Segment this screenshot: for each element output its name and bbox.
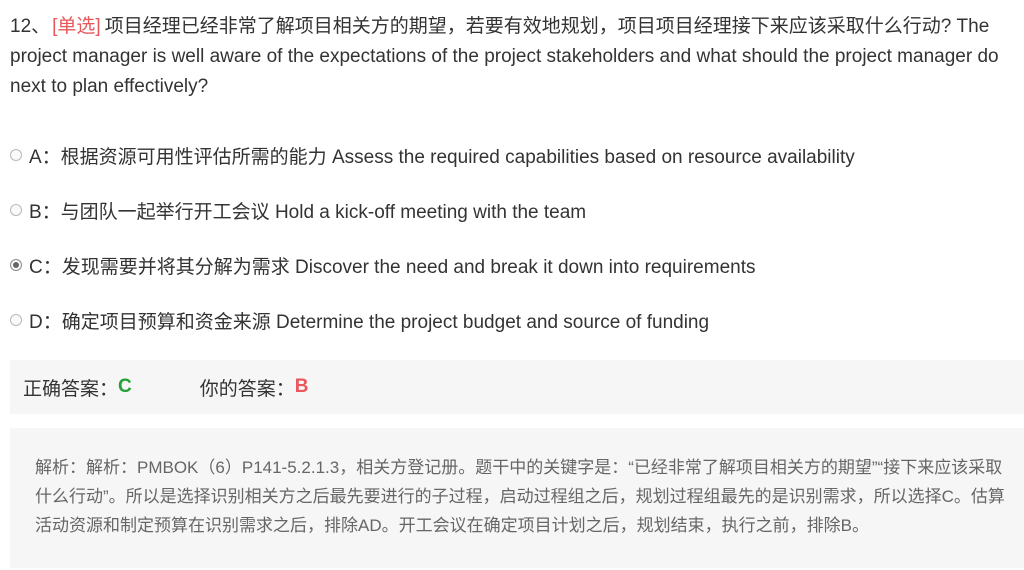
- analysis-text: 解析：解析：PMBOK（6）P141-5.2.1.3，相关方登记册。题干中的关键…: [35, 458, 1005, 535]
- option-b-label: B：与团队一起举行开工会议 Hold a kick-off meeting wi…: [29, 201, 587, 223]
- radio-a[interactable]: [10, 149, 22, 161]
- radio-b[interactable]: [10, 204, 22, 216]
- radio-c[interactable]: [10, 259, 22, 271]
- quiz-page: 12、 [单选] 项目经理已经非常了解项目相关方的期望，若要有效地规划，项目项目经理…: [0, 0, 1024, 570]
- correct-answer-value: C: [118, 376, 132, 397]
- answer-bar: 正确答案： C 你的答案： B: [10, 360, 1024, 414]
- option-d[interactable]: D：确定项目预算和资金来源 Determine the project budg…: [10, 304, 1014, 336]
- question-stem: 12、 [单选] 项目经理已经非常了解项目相关方的期望，若要有效地规划，项目项目经理…: [10, 12, 1014, 102]
- option-b[interactable]: B：与团队一起举行开工会议 Hold a kick-off meeting wi…: [10, 194, 1014, 226]
- option-d-label: D：确定项目预算和资金来源 Determine the project budg…: [29, 311, 710, 333]
- question-type-tag: [单选]: [52, 16, 101, 37]
- option-c-label: C：发现需要并将其分解为需求 Discover the need and bre…: [29, 256, 756, 278]
- options-list: A：根据资源可用性评估所需的能力 Assess the required cap…: [10, 139, 1014, 359]
- question-text: 项目经理已经非常了解项目相关方的期望，若要有效地规划，项目项目经理接下来应该采取…: [10, 16, 999, 97]
- your-answer-label: 你的答案：: [199, 378, 295, 400]
- analysis-panel: 解析：解析：PMBOK（6）P141-5.2.1.3，相关方登记册。题干中的关键…: [10, 428, 1024, 568]
- question-number: 12、: [10, 16, 51, 37]
- radio-d[interactable]: [10, 314, 22, 326]
- your-answer-value: B: [294, 376, 309, 397]
- option-c[interactable]: C：发现需要并将其分解为需求 Discover the need and bre…: [10, 249, 1014, 281]
- option-a-label: A：根据资源可用性评估所需的能力 Assess the required cap…: [29, 146, 855, 168]
- correct-answer-label: 正确答案：: [23, 378, 119, 400]
- option-a[interactable]: A：根据资源可用性评估所需的能力 Assess the required cap…: [10, 139, 1014, 171]
